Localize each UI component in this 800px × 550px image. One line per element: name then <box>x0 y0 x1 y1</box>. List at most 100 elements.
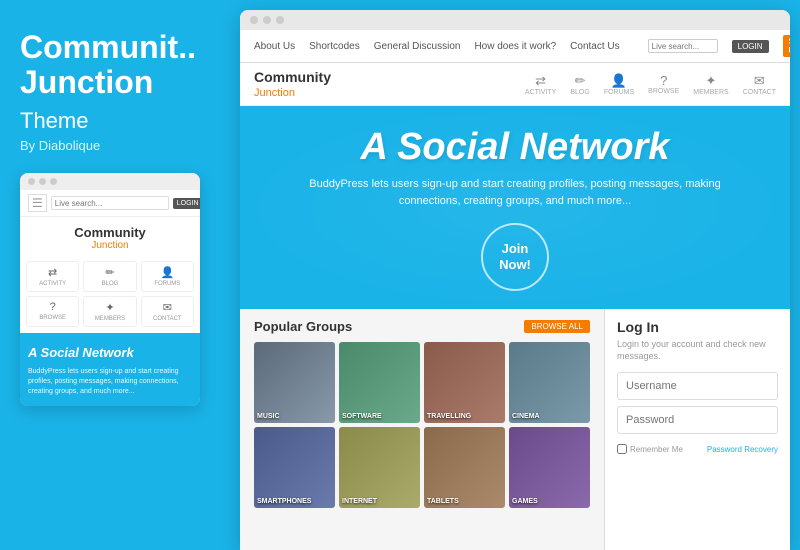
join-now-button[interactable]: JoinNow! <box>481 223 549 291</box>
logo-bar: Community Junction ⇄ ACTIVITY ✏ BLOG 👤 F… <box>240 63 790 106</box>
mobile-login-button[interactable]: LOGIN <box>173 198 200 209</box>
password-input[interactable] <box>617 406 778 434</box>
activity-label: ACTIVITY <box>39 281 66 287</box>
members-label: MEMBERS <box>95 316 125 322</box>
logo-icons: ⇄ ACTIVITY ✏ BLOG 👤 FORUMS ? BROWSE ✦ ME… <box>525 73 776 96</box>
remember-me-label: Remember Me <box>630 445 683 454</box>
group-internet-label: INTERNET <box>342 498 377 505</box>
members-label: MEMBERS <box>693 89 728 96</box>
group-tablets[interactable]: TABLETS <box>424 427 505 508</box>
password-recovery-link[interactable]: Password Recovery <box>707 445 778 454</box>
bottom-content: Popular Groups BROWSE ALL MUSIC SOFTWARE… <box>240 309 790 550</box>
browser-dot-1 <box>250 16 258 24</box>
nav-contact-us[interactable]: Contact Us <box>570 41 619 52</box>
mobile-brand: Community Junction <box>20 217 200 255</box>
forums-label: FORUMS <box>154 281 180 287</box>
group-smartphones[interactable]: SMARTPHONES <box>254 427 335 508</box>
group-smartphones-label: SMARTPHONES <box>257 498 311 505</box>
group-software[interactable]: SOFTWARE <box>339 342 420 423</box>
mobile-search-input[interactable] <box>51 196 169 210</box>
theme-author: By Diabolique <box>20 138 100 153</box>
logo-icon-members[interactable]: ✦ MEMBERS <box>693 73 728 96</box>
mobile-hamburger-icon: ☰ <box>28 194 47 212</box>
left-panel: Communit.. Junction Theme By Diabolique … <box>0 0 240 550</box>
nav-general-discussion[interactable]: General Discussion <box>374 41 461 52</box>
mobile-icon-contact[interactable]: ✉ CONTACT <box>141 296 194 327</box>
nav-search-input[interactable] <box>648 39 718 53</box>
group-cinema-label: CINEMA <box>512 413 540 420</box>
nav-login-button[interactable]: LOGIN <box>732 40 769 53</box>
join-now-label: JoinNow! <box>499 241 531 272</box>
site-nav: About Us Shortcodes General Discussion H… <box>240 30 790 63</box>
hero-title: A Social Network <box>260 128 770 166</box>
mobile-preview: ☰ LOGIN SIGN UP Community Junction ⇄ ACT… <box>20 173 200 406</box>
group-games[interactable]: GAMES <box>509 427 590 508</box>
nav-signup-button[interactable]: SIGN UP <box>783 35 790 57</box>
activity-label: ACTIVITY <box>525 89 557 96</box>
logo-icon-forums[interactable]: 👤 FORUMS <box>604 73 634 96</box>
mobile-hero: A Social Network BuddyPress lets users s… <box>20 333 200 406</box>
mobile-icon-blog[interactable]: ✏ BLOG <box>83 261 136 292</box>
theme-subtitle: Theme <box>20 108 88 134</box>
group-games-label: GAMES <box>512 498 538 505</box>
contact-icon: ✉ <box>163 301 172 314</box>
group-software-label: SOFTWARE <box>342 413 382 420</box>
blog-label: BLOG <box>570 89 589 96</box>
contact-label: CONTACT <box>153 316 182 322</box>
blog-label: BLOG <box>102 281 119 287</box>
nav-about-us[interactable]: About Us <box>254 41 295 52</box>
groups-header: Popular Groups BROWSE ALL <box>254 319 590 334</box>
browse-icon: ? <box>50 301 56 313</box>
browse-icon: ? <box>660 73 667 88</box>
logo-icon-activity[interactable]: ⇄ ACTIVITY <box>525 73 557 96</box>
hero-section: A Social Network BuddyPress lets users s… <box>240 106 790 309</box>
site-logo[interactable]: Community Junction <box>254 69 331 99</box>
members-icon: ✦ <box>706 73 717 89</box>
logo-icon-blog[interactable]: ✏ BLOG <box>570 73 589 96</box>
mobile-dot-2 <box>39 178 46 185</box>
forums-label: FORUMS <box>604 89 634 96</box>
username-input[interactable] <box>617 372 778 400</box>
members-icon: ✦ <box>105 301 114 314</box>
browser-bar <box>240 10 790 30</box>
forums-icon: 👤 <box>160 266 174 279</box>
browser-dot-2 <box>263 16 271 24</box>
mobile-brand-name: Community <box>24 225 196 240</box>
blog-icon: ✏ <box>105 266 114 279</box>
group-travelling-label: TRAVELLING <box>427 413 471 420</box>
browser-dot-3 <box>276 16 284 24</box>
groups-title: Popular Groups <box>254 319 352 334</box>
logo-icon-browse[interactable]: ? BROWSE <box>648 73 679 96</box>
mobile-icon-forums[interactable]: 👤 FORUMS <box>141 261 194 292</box>
group-cinema[interactable]: CINEMA <box>509 342 590 423</box>
nav-how-it-works[interactable]: How does it work? <box>474 41 556 52</box>
mobile-nav: ☰ LOGIN SIGN UP <box>20 190 200 217</box>
logo-icon-contact[interactable]: ✉ CONTACT <box>743 73 776 96</box>
theme-title: Communit.. Junction <box>20 30 196 100</box>
mobile-icon-members[interactable]: ✦ MEMBERS <box>83 296 136 327</box>
login-title: Log In <box>617 319 778 335</box>
nav-shortcodes[interactable]: Shortcodes <box>309 41 360 52</box>
mobile-dot-3 <box>50 178 57 185</box>
blog-icon: ✏ <box>575 73 586 89</box>
login-description: Login to your account and check new mess… <box>617 339 778 362</box>
contact-icon: ✉ <box>754 73 765 89</box>
hero-description: BuddyPress lets users sign-up and start … <box>305 176 725 209</box>
mobile-dot-1 <box>28 178 35 185</box>
browser-mockup: About Us Shortcodes General Discussion H… <box>240 10 790 550</box>
mobile-icon-browse[interactable]: ? BROWSE <box>26 296 79 327</box>
group-tablets-label: TABLETS <box>427 498 459 505</box>
browse-all-button[interactable]: BROWSE ALL <box>524 320 590 333</box>
login-footer: Remember Me Password Recovery <box>617 444 778 454</box>
mobile-icon-activity[interactable]: ⇄ ACTIVITY <box>26 261 79 292</box>
remember-me-checkbox[interactable] <box>617 444 627 454</box>
mobile-brand-sub: Junction <box>24 240 196 251</box>
remember-me-group: Remember Me <box>617 444 683 454</box>
mobile-hero-text: BuddyPress lets users sign-up and start … <box>28 367 192 396</box>
groups-grid: MUSIC SOFTWARE TRAVELLING CINEMA <box>254 342 590 508</box>
group-music[interactable]: MUSIC <box>254 342 335 423</box>
mobile-icons-grid: ⇄ ACTIVITY ✏ BLOG 👤 FORUMS ? BROWSE ✦ ME… <box>20 255 200 333</box>
group-internet[interactable]: INTERNET <box>339 427 420 508</box>
popular-groups-section: Popular Groups BROWSE ALL MUSIC SOFTWARE… <box>240 309 605 550</box>
group-travelling[interactable]: TRAVELLING <box>424 342 505 423</box>
